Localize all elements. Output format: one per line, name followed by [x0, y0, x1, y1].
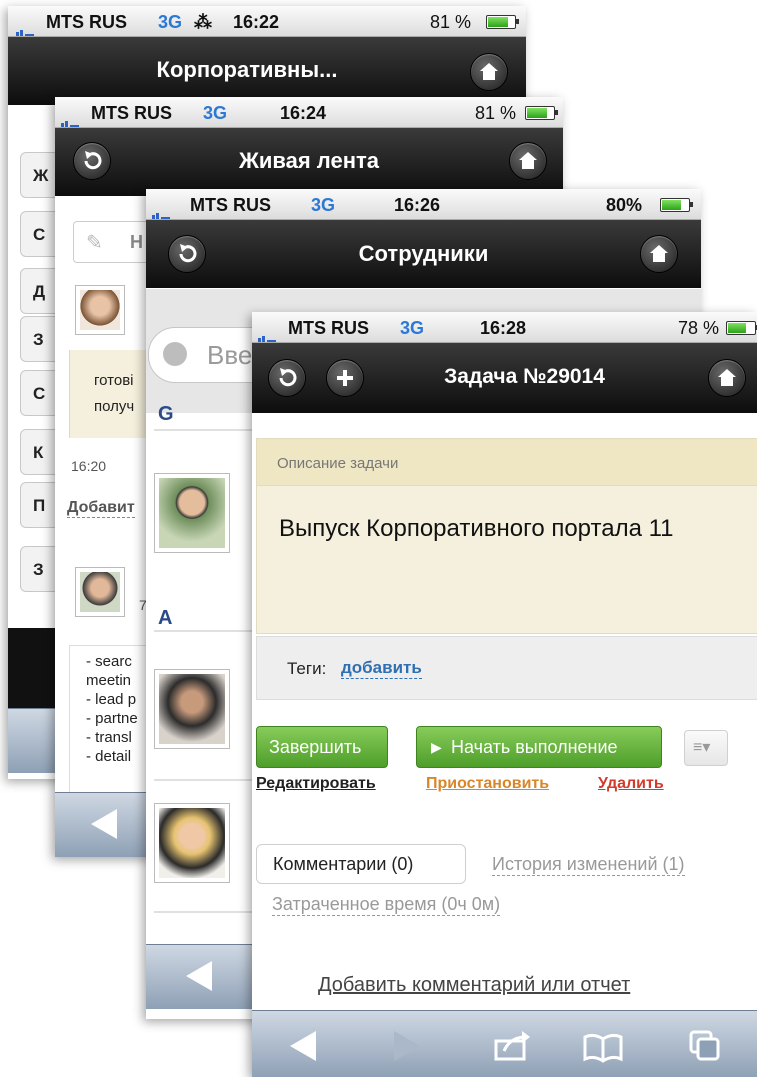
- home-button[interactable]: [509, 142, 547, 180]
- search-icon: [163, 342, 187, 366]
- avatar: [75, 285, 125, 335]
- battery-text: 81 %: [475, 103, 517, 123]
- status-bar: MTS RUS 3G 16:26 80%: [146, 189, 701, 220]
- signal-icon: [258, 324, 276, 342]
- search-placeholder: Вве: [207, 340, 253, 370]
- browser-toolbar: [252, 1010, 757, 1077]
- delete-link[interactable]: Удалить: [598, 775, 664, 793]
- home-icon: [519, 152, 537, 169]
- description-label: Описание задачи: [277, 455, 399, 472]
- screen-task: MTS RUS 3G 16:28 78 % Задача №29014 Опис…: [252, 312, 757, 1077]
- browser-back-icon[interactable]: [186, 961, 212, 991]
- employee-photo[interactable]: [154, 803, 230, 883]
- network: 3G: [311, 195, 336, 215]
- carrier: MTS RUS: [91, 103, 172, 123]
- battery-icon: [726, 321, 757, 335]
- bookmarks-icon[interactable]: [582, 1033, 624, 1063]
- browser-back-icon[interactable]: [290, 1031, 316, 1061]
- browser-back-icon[interactable]: [91, 809, 117, 839]
- add-comment-link[interactable]: Добавить комментарий или отчет: [318, 974, 630, 997]
- employee-photo[interactable]: [154, 473, 230, 553]
- carrier: MTS RUS: [190, 195, 271, 215]
- activity-icon: ⁂: [194, 12, 212, 32]
- nav-bar: Живая лента: [55, 128, 563, 196]
- tab-history[interactable]: История изменений (1): [492, 854, 685, 876]
- signal-icon: [152, 201, 170, 219]
- status-bar: MTS RUS 3G 16:28 78 %: [252, 312, 757, 343]
- home-button[interactable]: [708, 359, 746, 397]
- nav-bar: Корпоративны...: [8, 37, 526, 105]
- home-icon: [480, 63, 498, 80]
- signal-icon: [61, 109, 79, 127]
- nav-bar: Сотрудники: [146, 220, 701, 288]
- add-comment-link[interactable]: Добавит: [67, 499, 135, 518]
- battery-text: 81 %: [430, 12, 472, 32]
- tags-label: Теги:: [287, 659, 327, 678]
- network: 3G: [203, 103, 228, 123]
- battery-icon: [660, 198, 693, 212]
- page-title: Корпоративны...: [156, 57, 338, 82]
- menu-icon: ≡▾: [693, 739, 711, 756]
- tab-comments[interactable]: Комментарии (0): [256, 844, 466, 884]
- battery-icon: [486, 15, 519, 29]
- tags-row: Теги: добавить: [256, 636, 757, 700]
- play-icon: ▶: [431, 739, 442, 755]
- tags-add-link[interactable]: добавить: [341, 658, 422, 679]
- home-button[interactable]: [640, 235, 678, 273]
- status-bar: MTS RUS 3G ⁂ 16:22 81 %: [8, 6, 526, 37]
- home-button[interactable]: [470, 53, 508, 91]
- home-icon: [650, 245, 668, 262]
- more-menu-button[interactable]: ≡▾: [684, 730, 728, 766]
- input-placeholder: Н: [130, 232, 143, 252]
- clock: 16:26: [394, 195, 441, 215]
- description-header: Описание задачи: [257, 439, 757, 486]
- signal-icon: [16, 18, 34, 36]
- group-letter: G: [158, 403, 174, 425]
- share-icon[interactable]: [492, 1029, 532, 1063]
- battery-text: 78 %: [678, 318, 720, 338]
- browser-forward-icon[interactable]: [394, 1031, 420, 1061]
- page-title: Сотрудники: [358, 241, 489, 266]
- clock: 16:24: [280, 103, 327, 123]
- network: 3G: [400, 318, 425, 338]
- home-icon: [718, 369, 736, 386]
- battery-icon: [525, 106, 558, 120]
- task-description-card: Описание задачи Выпуск Корпоративного по…: [256, 438, 757, 634]
- complete-button[interactable]: Завершить: [256, 726, 388, 768]
- network: 3G: [158, 12, 183, 32]
- pencil-icon: ✎: [86, 232, 103, 254]
- nav-bar: Задача №29014: [252, 343, 757, 413]
- carrier: MTS RUS: [288, 318, 369, 338]
- employee-photo[interactable]: [154, 669, 230, 749]
- tab-time-spent[interactable]: Затраченное время (0ч 0м): [272, 894, 501, 916]
- carrier: MTS RUS: [46, 12, 127, 32]
- description-text: Выпуск Корпоративного портала 11: [279, 515, 674, 542]
- edit-link[interactable]: Редактировать: [256, 775, 376, 793]
- start-button[interactable]: ▶ Начать выполнение: [416, 726, 662, 768]
- post-time: 16:20: [71, 458, 107, 474]
- status-bar: MTS RUS 3G 16:24 81 %: [55, 97, 563, 128]
- clock: 16:28: [480, 318, 527, 338]
- page-title: Задача №29014: [444, 365, 605, 388]
- group-letter: A: [158, 607, 173, 629]
- clock: 16:22: [233, 12, 280, 32]
- pause-link[interactable]: Приостановить: [426, 775, 549, 793]
- battery-text: 80%: [606, 195, 643, 215]
- avatar: [75, 567, 125, 617]
- page-title: Живая лента: [238, 148, 380, 173]
- tabs-icon[interactable]: [688, 1029, 722, 1063]
